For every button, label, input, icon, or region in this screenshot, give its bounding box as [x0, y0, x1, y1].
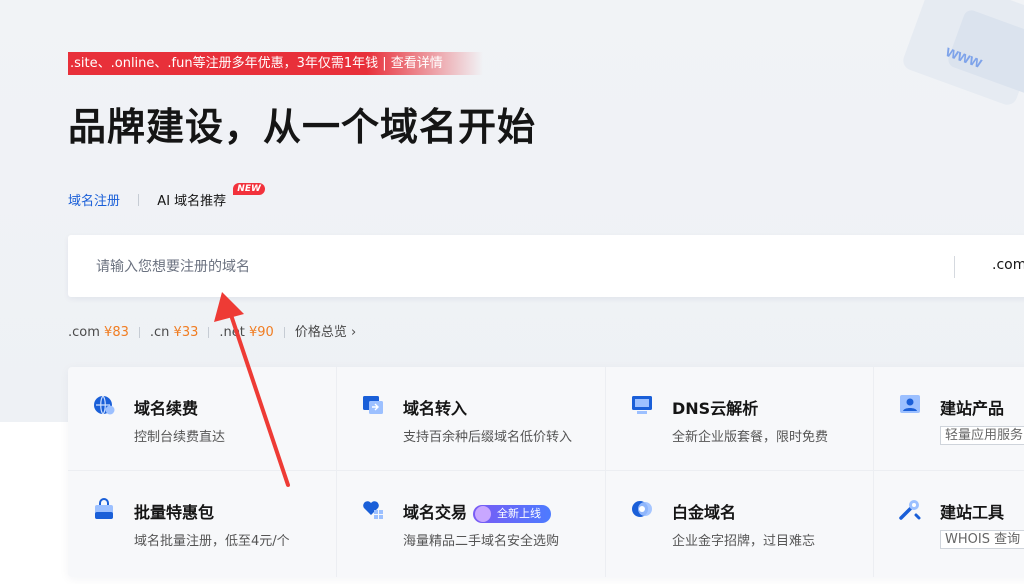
service-card-site-tools[interactable]: 建站工具 WHOIS 查询: [874, 471, 1024, 575]
service-card-site-product[interactable]: 建站产品 轻量应用服务: [874, 367, 1024, 471]
service-title: 批量特惠包: [134, 503, 215, 522]
domain-search-box: .com: [68, 235, 1024, 297]
price-overview-link[interactable]: 价格总览 ›: [295, 321, 356, 340]
service-title: 域名交易: [403, 503, 468, 522]
price-divider: [138, 327, 140, 338]
globe-renew-icon: [94, 395, 115, 415]
dns-monitor-icon: [632, 396, 652, 414]
tab-ai-recommend[interactable]: AI 域名推荐 NEW: [157, 183, 265, 209]
new-badge: NEW: [233, 183, 265, 195]
price-list: .com ¥83 .cn ¥33 .net ¥90 价格总览 ›: [68, 321, 356, 340]
site-product-icon: [900, 395, 920, 413]
price-overview-label: 价格总览: [294, 325, 347, 340]
service-desc: 轻量应用服务: [940, 426, 1024, 445]
platinum-icon: [632, 501, 652, 517]
tab-domain-register[interactable]: 域名注册: [68, 190, 120, 209]
service-card-trade[interactable]: 域名交易 全新上线 海量精品二手域名安全选购: [337, 471, 605, 575]
price-item-net[interactable]: .net ¥90: [219, 325, 273, 340]
service-title: 白金域名: [672, 503, 737, 522]
service-desc: 全新企业版套餐，限时免费: [672, 430, 829, 445]
service-card-transfer[interactable]: 域名转入 支持百余种后缀域名低价转入: [337, 367, 605, 471]
service-title: 域名续费: [134, 399, 199, 418]
promo-banner[interactable]: .site、.online、.fun等注册多年优惠，3年仅需1年钱 | 查看详情: [68, 52, 483, 75]
new-online-badge: 全新上线: [473, 504, 552, 523]
page-title: 品牌建设，从一个域名开始: [68, 105, 537, 149]
price-value: ¥33: [173, 325, 199, 340]
service-title: 域名转入: [403, 399, 468, 418]
tab-divider: [138, 193, 140, 206]
mascot-icon: [475, 505, 492, 522]
service-desc: WHOIS 查询: [940, 530, 1024, 549]
price-item-cn[interactable]: .cn ¥33: [150, 325, 199, 340]
tab-ai-label: AI 域名推荐: [157, 194, 227, 209]
domain-search-input[interactable]: [94, 255, 918, 279]
promo-text: .site、.online、.fun等注册多年优惠，3年仅需1年钱 | 查看详情: [70, 56, 443, 71]
price-divider: [283, 327, 285, 338]
transfer-in-icon: [363, 396, 383, 414]
price-value: ¥83: [104, 325, 129, 340]
service-desc: 域名批量注册，低至4元/个: [134, 534, 290, 549]
service-title-with-badge: 域名交易 全新上线: [403, 499, 552, 523]
service-desc: 海量精品二手域名安全选购: [403, 534, 560, 549]
service-grid: 域名续费 控制台续费直达 域名转入 支持百余种后缀域名低价转入 DNS云解析 全…: [68, 367, 1024, 577]
price-divider: [208, 327, 210, 338]
tools-icon: [899, 500, 921, 520]
service-card-platinum[interactable]: 白金域名 企业金字招牌，过目难忘: [606, 471, 874, 575]
service-card-renew[interactable]: 域名续费 控制台续费直达: [68, 367, 336, 471]
service-card-dns[interactable]: DNS云解析 全新企业版套餐，限时免费: [606, 367, 874, 471]
heart-trade-icon: [363, 501, 383, 519]
search-mode-tabs: 域名注册 AI 域名推荐 NEW: [68, 183, 265, 212]
service-title: DNS云解析: [672, 399, 759, 418]
price-value: ¥90: [248, 325, 274, 340]
tld-suffix-select[interactable]: .com: [992, 257, 1024, 273]
hero-decoration-image: www: [903, 0, 1024, 105]
service-desc: 控制台续费直达: [134, 430, 226, 445]
badge-label: 全新上线: [497, 506, 542, 520]
service-desc: 支持百余种后缀域名低价转入: [403, 430, 573, 445]
service-title: 建站产品: [940, 399, 1005, 418]
search-divider: [954, 256, 955, 278]
service-title: 建站工具: [940, 503, 1005, 522]
service-desc: 企业金字招牌，过目难忘: [672, 534, 816, 549]
price-tld: .cn: [149, 325, 170, 340]
service-card-bulk[interactable]: 批量特惠包 域名批量注册，低至4元/个: [68, 471, 336, 575]
chevron-right-icon: ›: [350, 325, 357, 340]
price-tld: .net: [219, 325, 245, 340]
bag-icon: [95, 498, 113, 519]
price-item-com[interactable]: .com ¥83: [68, 325, 129, 340]
price-tld: .com: [68, 325, 100, 340]
